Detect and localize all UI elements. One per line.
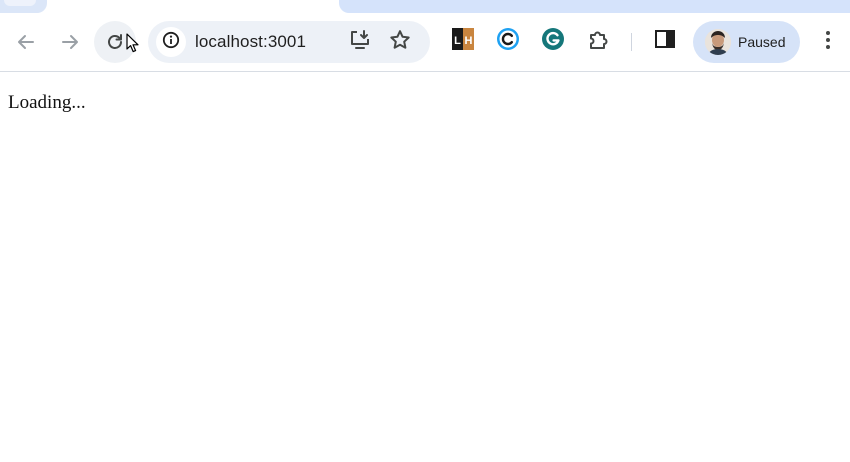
side-panel-icon <box>654 28 676 55</box>
browser-menu-button[interactable] <box>815 29 841 55</box>
loading-text: Loading... <box>8 92 86 113</box>
install-monitor-icon <box>348 28 372 57</box>
install-app-button[interactable] <box>348 28 372 57</box>
page-content: Loading... <box>8 92 86 114</box>
c-circle-icon <box>496 27 520 56</box>
tab-strip <box>0 0 850 13</box>
back-arrow-icon <box>16 32 36 52</box>
kebab-menu-icon <box>825 30 831 55</box>
tab-left[interactable] <box>0 0 47 13</box>
lighthouse-icon: L H <box>452 27 474 55</box>
profile-status-label: Paused <box>738 34 786 50</box>
extensions-menu-button[interactable] <box>587 29 611 53</box>
svg-text:H: H <box>465 35 473 47</box>
side-panel-button[interactable] <box>653 29 677 53</box>
toolbar-divider <box>0 71 850 72</box>
toolbar-separator <box>631 33 632 51</box>
forward-button[interactable] <box>49 21 91 63</box>
star-icon <box>388 28 412 57</box>
info-icon <box>162 31 180 54</box>
puzzle-icon <box>587 27 611 56</box>
grammarly-extension-button[interactable] <box>541 27 565 56</box>
reload-icon <box>105 32 125 52</box>
c-extension-button[interactable] <box>496 27 520 56</box>
lighthouse-extension-button[interactable]: L H <box>451 27 475 55</box>
svg-text:L: L <box>454 35 461 47</box>
address-bar[interactable]: localhost:3001 <box>148 21 430 63</box>
grammarly-icon <box>541 27 565 56</box>
tab-right[interactable] <box>339 0 850 13</box>
bookmark-button[interactable] <box>388 28 412 57</box>
mouse-pointer-icon <box>126 33 139 58</box>
back-button[interactable] <box>5 21 47 63</box>
forward-arrow-icon <box>60 32 80 52</box>
avatar <box>705 29 731 55</box>
profile-button[interactable]: Paused <box>693 21 800 63</box>
tab-pill <box>4 0 36 6</box>
site-info-button[interactable] <box>156 27 186 57</box>
url-text[interactable]: localhost:3001 <box>195 21 306 63</box>
